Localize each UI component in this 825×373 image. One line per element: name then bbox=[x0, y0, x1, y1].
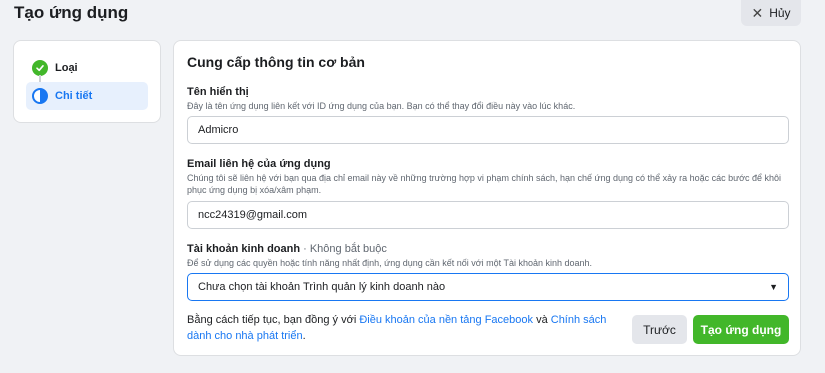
terms-text: Bằng cách tiếp tục, bạn đồng ý với Điều … bbox=[187, 312, 607, 344]
optional-tag: · Không bắt buộc bbox=[303, 243, 387, 255]
caret-down-icon: ▼ bbox=[769, 282, 778, 292]
form-title: Cung cấp thông tin cơ bản bbox=[187, 54, 365, 70]
business-label-text: Tài khoản kinh doanh bbox=[187, 243, 301, 255]
step-label: Loại bbox=[55, 62, 78, 74]
create-app-button[interactable]: Tạo ứng dụng bbox=[693, 315, 789, 344]
terms-suffix: . bbox=[302, 330, 306, 342]
email-help: Chúng tôi sẽ liên hệ với bạn qua địa chỉ… bbox=[187, 173, 782, 195]
terms-prefix: Bằng cách tiếp tục, bạn đồng ý với bbox=[187, 314, 360, 326]
close-icon: ✕ bbox=[751, 5, 764, 21]
email-label: Email liên hệ của ứng dụng bbox=[187, 158, 331, 170]
half-circle-icon bbox=[32, 88, 48, 104]
details-form: Cung cấp thông tin cơ bản Tên hiển thị Đ… bbox=[173, 40, 801, 356]
cancel-button[interactable]: ✕ Hủy bbox=[741, 0, 801, 26]
business-label: Tài khoản kinh doanh · Không bắt buộc bbox=[187, 243, 387, 255]
steps-panel: Loại Chi tiết bbox=[13, 40, 161, 123]
page-title: Tạo ứng dụng bbox=[14, 3, 129, 22]
business-select-value: Chưa chọn tài khoản Trình quản lý kinh d… bbox=[198, 281, 446, 293]
display-name-help: Đây là tên ứng dụng liên kết với ID ứng … bbox=[187, 101, 576, 111]
previous-button[interactable]: Trước bbox=[632, 315, 687, 344]
step-details[interactable]: Chi tiết bbox=[26, 82, 148, 110]
cancel-label: Hủy bbox=[769, 6, 791, 20]
platform-terms-link[interactable]: Điều khoản của nền tảng Facebook bbox=[359, 314, 533, 326]
display-name-input[interactable]: Admicro bbox=[187, 116, 789, 144]
email-field[interactable]: ncc24319@gmail.com bbox=[187, 201, 789, 229]
display-name-label: Tên hiển thị bbox=[187, 86, 249, 98]
step-type[interactable]: Loại bbox=[26, 54, 148, 82]
check-circle-icon bbox=[32, 60, 48, 76]
terms-middle: và bbox=[533, 314, 551, 326]
business-help: Để sử dụng các quyền hoặc tính năng nhất… bbox=[187, 258, 593, 268]
business-account-select[interactable]: Chưa chọn tài khoản Trình quản lý kinh d… bbox=[187, 273, 789, 301]
step-label: Chi tiết bbox=[55, 90, 93, 102]
